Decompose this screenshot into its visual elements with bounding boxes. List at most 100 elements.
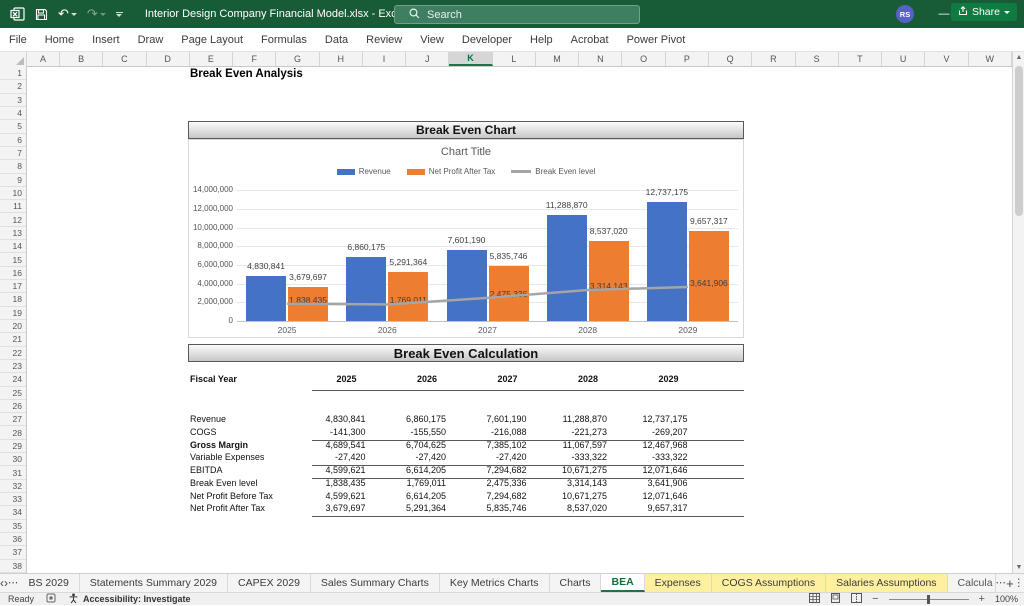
zoom-in-button[interactable]: + — [979, 593, 985, 605]
row-header-7[interactable]: 7 — [0, 147, 26, 160]
more-sheets-icon[interactable]: ⋯ — [996, 574, 1007, 592]
cell-value[interactable]: 11,067,597 — [527, 440, 607, 450]
cell-value[interactable]: 5,835,746 — [447, 503, 527, 513]
row-header-14[interactable]: 14 — [0, 240, 26, 253]
ribbon-tab-power-pivot[interactable]: Power Pivot — [618, 28, 695, 52]
ribbon-tab-data[interactable]: Data — [316, 28, 357, 52]
row-header-20[interactable]: 20 — [0, 320, 26, 333]
row-header-11[interactable]: 11 — [0, 200, 26, 213]
column-header-A[interactable]: A — [27, 52, 60, 66]
year-header-2029[interactable]: 2029 — [608, 374, 688, 384]
tab-options-icon[interactable]: ⋮ — [1014, 574, 1024, 592]
cell-value[interactable]: 4,689,541 — [286, 440, 366, 450]
column-header-O[interactable]: O — [622, 52, 665, 66]
accessibility-status[interactable]: Accessibility: Investigate — [68, 593, 191, 606]
ribbon-tab-view[interactable]: View — [411, 28, 453, 52]
vertical-scroll-thumb[interactable] — [1015, 66, 1023, 216]
sheet-tab-statements-summary-2029[interactable]: Statements Summary 2029 — [80, 574, 228, 592]
cell-value[interactable]: -27,420 — [447, 452, 527, 462]
sheet-tab-salaries-assumptions[interactable]: Salaries Assumptions — [826, 574, 947, 592]
row-header-8[interactable]: 8 — [0, 160, 26, 173]
sheet-tab-cogs-assumptions[interactable]: COGS Assumptions — [712, 574, 826, 592]
row-header-26[interactable]: 26 — [0, 400, 26, 413]
add-sheet-button[interactable]: + — [1006, 574, 1014, 592]
cell-value[interactable]: 12,071,646 — [608, 465, 688, 475]
row-header-4[interactable]: 4 — [0, 107, 26, 120]
column-header-Q[interactable]: Q — [709, 52, 752, 66]
excel-app-icon[interactable] — [10, 7, 25, 21]
cell-value[interactable]: -27,420 — [286, 452, 366, 462]
row-header-9[interactable]: 9 — [0, 174, 26, 187]
cell-value[interactable]: 12,467,968 — [608, 440, 688, 450]
cell-value[interactable]: 9,657,317 — [608, 503, 688, 513]
column-header-C[interactable]: C — [103, 52, 146, 66]
cell-value[interactable]: 7,294,682 — [447, 491, 527, 501]
sheet-tab-sales-summary-charts[interactable]: Sales Summary Charts — [311, 574, 440, 592]
row-header-2[interactable]: 2 — [0, 80, 26, 93]
cell-value[interactable]: 6,614,205 — [366, 491, 446, 501]
row-header-6[interactable]: 6 — [0, 134, 26, 147]
cell-value[interactable]: 7,601,190 — [447, 414, 527, 424]
column-header-V[interactable]: V — [925, 52, 968, 66]
ribbon-tab-insert[interactable]: Insert — [83, 28, 129, 52]
row-header-22[interactable]: 22 — [0, 347, 26, 360]
year-header-2026[interactable]: 2026 — [366, 374, 446, 384]
ribbon-tab-review[interactable]: Review — [357, 28, 411, 52]
column-header-R[interactable]: R — [752, 52, 795, 66]
year-header-2027[interactable]: 2027 — [447, 374, 527, 384]
cell-value[interactable]: 12,071,646 — [608, 491, 688, 501]
cell-value[interactable]: 6,860,175 — [366, 414, 446, 424]
sheet-tab-bs-2029[interactable]: BS 2029 — [19, 574, 80, 592]
row-header-36[interactable]: 36 — [0, 533, 26, 546]
row-header-3[interactable]: 3 — [0, 94, 26, 107]
column-header-K[interactable]: K — [449, 52, 492, 66]
cell-value[interactable]: -155,550 — [366, 427, 446, 437]
column-header-F[interactable]: F — [233, 52, 276, 66]
ribbon-tab-formulas[interactable]: Formulas — [252, 28, 316, 52]
row-header-37[interactable]: 37 — [0, 546, 26, 559]
cell-value[interactable]: 3,641,906 — [608, 478, 688, 488]
ribbon-tab-developer[interactable]: Developer — [453, 28, 521, 52]
vertical-scrollbar[interactable]: ▲ ▼ — [1012, 52, 1024, 573]
ribbon-tab-page-layout[interactable]: Page Layout — [172, 28, 252, 52]
page-break-preview-icon[interactable] — [851, 593, 862, 605]
column-header-E[interactable]: E — [190, 52, 233, 66]
column-header-W[interactable]: W — [969, 52, 1012, 66]
macro-record-icon[interactable] — [46, 593, 56, 605]
cell-value[interactable]: 7,385,102 — [447, 440, 527, 450]
legend-item-net-profit-after-tax[interactable]: Net Profit After Tax — [407, 167, 496, 176]
column-header-P[interactable]: P — [666, 52, 709, 66]
break-even-line[interactable] — [237, 185, 738, 330]
column-header-B[interactable]: B — [60, 52, 103, 66]
chart-title[interactable]: Chart Title — [188, 146, 744, 158]
column-header-U[interactable]: U — [882, 52, 925, 66]
sheet-tab-calcula[interactable]: Calcula — [948, 574, 996, 592]
cell-value[interactable]: 10,671,275 — [527, 465, 607, 475]
cell-value[interactable]: -141,300 — [286, 427, 366, 437]
cell-value[interactable]: 6,704,625 — [366, 440, 446, 450]
search-input[interactable]: Search — [394, 5, 640, 24]
scroll-up-icon[interactable]: ▲ — [1013, 54, 1024, 61]
page-layout-view-icon[interactable] — [830, 593, 841, 605]
cell-value[interactable]: 6,614,205 — [366, 465, 446, 475]
cell-value[interactable]: 4,599,621 — [286, 465, 366, 475]
cell-value[interactable]: -269,207 — [608, 427, 688, 437]
row-header-10[interactable]: 10 — [0, 187, 26, 200]
ribbon-tab-home[interactable]: Home — [36, 28, 83, 52]
customize-toolbar-icon[interactable] — [116, 12, 123, 17]
column-header-I[interactable]: I — [363, 52, 406, 66]
column-header-M[interactable]: M — [536, 52, 579, 66]
row-header-23[interactable]: 23 — [0, 360, 26, 373]
ribbon-tab-draw[interactable]: Draw — [129, 28, 173, 52]
year-header-2025[interactable]: 2025 — [286, 374, 366, 384]
cell-value[interactable]: 10,671,275 — [527, 491, 607, 501]
ribbon-tab-file[interactable]: File — [0, 28, 36, 52]
row-header-19[interactable]: 19 — [0, 307, 26, 320]
zoom-slider[interactable] — [889, 599, 969, 600]
select-all-corner[interactable] — [0, 52, 27, 67]
scroll-down-icon[interactable]: ▼ — [1013, 564, 1024, 571]
legend-item-revenue[interactable]: Revenue — [337, 167, 391, 176]
cell-value[interactable]: 3,314,143 — [527, 478, 607, 488]
normal-view-icon[interactable] — [809, 593, 820, 605]
more-sheets-left-icon[interactable]: ⋯ — [8, 574, 19, 592]
